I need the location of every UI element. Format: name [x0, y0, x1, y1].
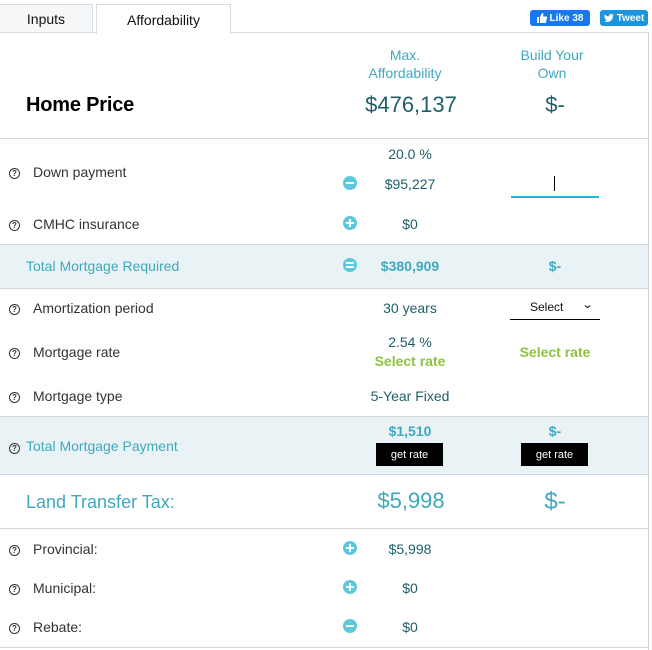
divider — [0, 474, 648, 475]
down-payment-percent: 20.0 % — [388, 146, 432, 162]
municipal-max-value: $0 — [402, 580, 418, 596]
column-header-build-your-own: Build Your Own — [502, 46, 602, 82]
minus-icon — [343, 619, 357, 633]
down-payment-build-input[interactable] — [511, 162, 599, 198]
build-header-line1: Build Your — [520, 47, 584, 63]
help-icon[interactable]: ? — [9, 220, 20, 231]
get-rate-button-max[interactable]: get rate — [376, 443, 443, 466]
tweet-label: Tweet — [616, 12, 645, 24]
max-header-line2: Affordability — [368, 65, 442, 81]
help-icon[interactable]: ? — [9, 348, 20, 359]
total-mortgage-payment-label: Total Mortgage Payment — [26, 438, 178, 454]
plus-icon — [343, 541, 357, 555]
cmhc-max-value: $0 — [402, 216, 418, 232]
divider — [0, 647, 648, 648]
column-header-max-affordability: Max. Affordability — [355, 46, 455, 82]
build-header-line2: Own — [537, 65, 567, 81]
twitter-bird-icon — [603, 14, 614, 22]
get-rate-button-build[interactable]: get rate — [521, 443, 588, 466]
total-mortgage-required-build-value: $- — [548, 258, 562, 274]
divider — [0, 288, 648, 289]
select-rate-link-build[interactable]: Select rate — [505, 344, 605, 360]
rebate-label: Rebate: — [33, 619, 83, 635]
mortgage-rate-label: Mortgage rate — [33, 344, 121, 360]
total-mortgage-payment-row: ? Total Mortgage Payment $1,510 $- get r… — [0, 417, 648, 474]
total-mortgage-payment-build-value: $- — [548, 423, 562, 439]
home-price-build-value: $- — [545, 92, 565, 117]
amortization-period-label: Amortization period — [33, 300, 154, 316]
equals-icon — [343, 258, 357, 272]
cmhc-insurance-label: CMHC insurance — [33, 216, 140, 232]
tab-bar: Inputs Affordability Like 38 Tweet — [0, 0, 652, 34]
help-icon[interactable]: ? — [9, 545, 20, 556]
rebate-max-value: $0 — [402, 619, 418, 635]
down-payment-label: Down payment — [33, 164, 127, 180]
municipal-label: Municipal: — [33, 580, 97, 596]
amortization-build-select[interactable]: Select ⌄ — [510, 298, 600, 320]
facebook-like-button[interactable]: Like 38 — [530, 10, 590, 26]
select-value: Select — [530, 300, 564, 314]
like-label: Like 38 — [549, 12, 584, 24]
thumbs-up-icon — [536, 13, 547, 23]
home-price-label: Home Price — [26, 94, 135, 116]
select-rate-link-max[interactable]: Select rate — [360, 353, 460, 369]
help-icon[interactable]: ? — [9, 443, 20, 454]
tweet-button[interactable]: Tweet — [600, 10, 648, 26]
home-price-max-value: $476,137 — [365, 92, 457, 117]
max-header-line1: Max. — [389, 47, 421, 63]
total-mortgage-required-label: Total Mortgage Required — [26, 258, 180, 274]
plus-icon — [343, 580, 357, 594]
land-transfer-tax-label: Land Transfer Tax: — [26, 492, 175, 512]
total-mortgage-required-row: Total Mortgage Required $380,909 $- — [0, 245, 648, 288]
help-icon[interactable]: ? — [9, 304, 20, 315]
down-payment-max-value: $95,227 — [384, 176, 436, 192]
tab-inputs[interactable]: Inputs — [0, 4, 93, 33]
divider — [0, 138, 648, 139]
mortgage-rate-max-value: 2.54 % — [388, 334, 432, 350]
tab-affordability[interactable]: Affordability — [96, 4, 231, 34]
provincial-max-value: $5,998 — [388, 541, 432, 557]
total-mortgage-payment-max-value: $1,510 — [388, 423, 432, 439]
divider — [0, 528, 648, 529]
minus-icon — [343, 176, 357, 190]
total-mortgage-required-max-value: $380,909 — [380, 258, 440, 274]
chevron-down-icon: ⌄ — [581, 299, 594, 311]
input-underline — [511, 196, 599, 198]
help-icon[interactable]: ? — [9, 392, 20, 403]
provincial-label: Provincial: — [33, 541, 98, 557]
plus-icon — [343, 216, 357, 230]
help-icon[interactable]: ? — [9, 168, 20, 179]
mortgage-type-label: Mortgage type — [33, 388, 123, 404]
help-icon[interactable]: ? — [9, 584, 20, 595]
text-caret — [554, 176, 555, 191]
help-icon[interactable]: ? — [9, 623, 20, 634]
mortgage-type-max-value: 5-Year Fixed — [370, 388, 450, 404]
affordability-panel: Max. Affordability Build Your Own Home P… — [0, 32, 649, 650]
land-transfer-tax-build-value: $- — [544, 488, 566, 515]
amortization-max-value: 30 years — [383, 300, 437, 316]
land-transfer-tax-max-value: $5,998 — [377, 488, 445, 513]
